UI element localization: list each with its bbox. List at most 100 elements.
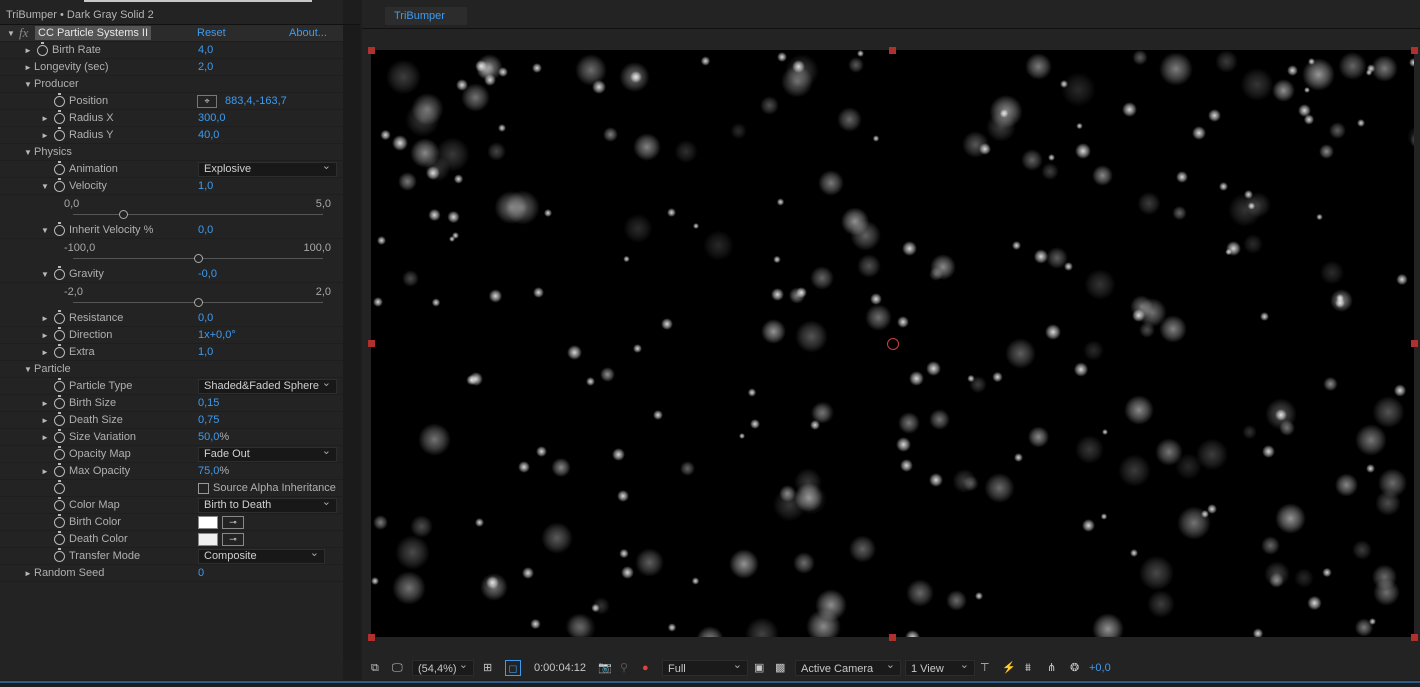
twirl-open-icon[interactable]: ▼ xyxy=(41,226,51,235)
value-number[interactable]: 1x+0,0° xyxy=(198,329,236,341)
value-number[interactable]: 1,0 xyxy=(198,346,213,358)
slider-knob[interactable] xyxy=(194,298,203,307)
twirl-open-icon[interactable]: ▼ xyxy=(41,182,51,191)
twirl-open-icon[interactable]: ▼ xyxy=(41,270,51,279)
stopwatch-icon[interactable] xyxy=(54,93,65,107)
flowchart-icon[interactable]: ⋔ xyxy=(1047,660,1056,676)
stopwatch-icon[interactable] xyxy=(54,514,65,528)
value-number[interactable]: 2,0 xyxy=(198,61,213,73)
twirl-closed-icon[interactable]: ► xyxy=(41,314,51,323)
stopwatch-icon[interactable] xyxy=(54,548,65,562)
property-value[interactable]: 50,0% xyxy=(198,431,229,443)
twirl-closed-icon[interactable]: ► xyxy=(41,433,51,442)
property-value[interactable]: 0,75 xyxy=(198,414,219,426)
property-radius-y[interactable]: ► Radius Y 40,0 xyxy=(0,127,343,144)
value-number[interactable]: 0,15 xyxy=(198,397,219,409)
stopwatch-icon[interactable] xyxy=(54,178,65,192)
value-number[interactable]: -0,0 xyxy=(198,268,217,280)
value-slider[interactable]: -2,0 2,0 xyxy=(0,283,343,310)
property-gravity[interactable]: ▼ Gravity -0,0 xyxy=(0,266,343,283)
stopwatch-icon[interactable] xyxy=(54,446,65,460)
twirl-closed-icon[interactable]: ► xyxy=(41,399,51,408)
timecode[interactable]: 0:00:04:12 xyxy=(534,660,586,676)
stopwatch-icon[interactable] xyxy=(54,412,65,426)
opacity-map-dropdown[interactable]: Fade Out xyxy=(198,445,337,462)
stopwatch-icon[interactable] xyxy=(54,480,65,494)
value-number[interactable]: 40,0 xyxy=(198,129,219,141)
tab-composition[interactable]: TriBumper xyxy=(385,7,467,25)
value-number[interactable]: 4,0 xyxy=(198,44,213,56)
safe-margins-icon[interactable]: ⊞ xyxy=(483,660,492,676)
value-number[interactable]: 75,0 xyxy=(198,465,219,477)
timeline-icon[interactable]: ⩩ xyxy=(1025,660,1031,676)
property-resistance[interactable]: ► Resistance 0,0 xyxy=(0,310,343,327)
about-link[interactable]: About... xyxy=(289,27,327,39)
stopwatch-icon[interactable] xyxy=(54,344,65,358)
twirl-closed-icon[interactable]: ► xyxy=(41,348,51,357)
effect-header[interactable]: ▼ fx CC Particle Systems II Reset About.… xyxy=(0,25,343,42)
property-value[interactable]: 2,0 xyxy=(198,61,213,73)
property-value[interactable]: 300,0 xyxy=(198,112,226,124)
value-slider[interactable]: -100,0 100,0 xyxy=(0,239,343,266)
property-extra[interactable]: ► Extra 1,0 xyxy=(0,344,343,361)
effect-name[interactable]: CC Particle Systems II xyxy=(35,26,152,40)
property-value[interactable]: 1,0 xyxy=(198,346,213,358)
stopwatch-icon[interactable] xyxy=(54,429,65,443)
slider-track[interactable] xyxy=(73,214,323,215)
value-slider[interactable]: 0,0 5,0 xyxy=(0,195,343,222)
twirl-closed-icon[interactable]: ► xyxy=(24,63,34,72)
property-animation[interactable]: Animation Explosive xyxy=(0,160,343,178)
layer-handle[interactable] xyxy=(368,634,375,641)
layer-handle[interactable] xyxy=(1411,634,1418,641)
value-number[interactable]: 0 xyxy=(198,567,204,579)
property-value[interactable]: 0 xyxy=(198,567,204,579)
layer-handle[interactable] xyxy=(1411,340,1418,347)
stopwatch-icon[interactable] xyxy=(54,127,65,141)
property-value[interactable]: 4,0 xyxy=(198,44,213,56)
property-direction[interactable]: ► Direction 1x+0,0° xyxy=(0,327,343,344)
slider-knob[interactable] xyxy=(119,210,128,219)
property-death-color[interactable]: Death Color ⊸ xyxy=(0,531,343,548)
value-number[interactable]: 1,0 xyxy=(198,180,213,192)
twirl-open-icon[interactable]: ▼ xyxy=(24,80,34,89)
crosshair-icon[interactable]: ⌖ xyxy=(197,95,217,108)
property-inherit-velocity[interactable]: ▼ Inherit Velocity % 0,0 xyxy=(0,222,343,239)
twirl-closed-icon[interactable]: ► xyxy=(41,416,51,425)
property-producer[interactable]: ▼ Producer xyxy=(0,76,343,93)
property-transfer-mode[interactable]: Transfer Mode Composite xyxy=(0,547,343,565)
property-radius-x[interactable]: ► Radius X 300,0 xyxy=(0,110,343,127)
particle-type-dropdown[interactable]: Shaded&Faded Sphere xyxy=(198,377,337,394)
stopwatch-icon[interactable] xyxy=(37,42,48,56)
color-swatch[interactable] xyxy=(198,533,218,546)
reset-exposure-icon[interactable]: ❂ xyxy=(1070,660,1079,676)
property-max-opacity[interactable]: ► Max Opacity 75,0% xyxy=(0,463,343,480)
property-particle[interactable]: ▼ Particle xyxy=(0,361,343,378)
animation-dropdown[interactable]: Explosive xyxy=(198,160,337,177)
twirl-open-icon[interactable]: ▼ xyxy=(24,148,34,157)
color-swatch[interactable] xyxy=(198,516,218,529)
property-opacity-map[interactable]: Opacity Map Fade Out xyxy=(0,445,343,463)
property-size-variation[interactable]: ► Size Variation 50,0% xyxy=(0,429,343,446)
zoom-dropdown[interactable]: (54,4%) xyxy=(412,657,474,676)
stopwatch-icon[interactable] xyxy=(54,327,65,341)
layer-handle[interactable] xyxy=(368,340,375,347)
value-number[interactable]: 300,0 xyxy=(198,112,226,124)
fast-previews-icon[interactable]: ⚡ xyxy=(1002,660,1016,676)
monitor-icon[interactable]: 🖵 xyxy=(392,660,403,676)
property-particle-type[interactable]: Particle Type Shaded&Faded Sphere xyxy=(0,377,343,395)
property-physics[interactable]: ▼ Physics xyxy=(0,144,343,161)
value-number[interactable]: 50,0 xyxy=(198,431,219,443)
layer-handle[interactable] xyxy=(368,47,375,54)
property-birth-size[interactable]: ► Birth Size 0,15 xyxy=(0,395,343,412)
property-birth-rate[interactable]: ► Birth Rate 4,0 xyxy=(0,42,343,59)
value-number[interactable]: 0,75 xyxy=(198,414,219,426)
twirl-closed-icon[interactable]: ► xyxy=(41,114,51,123)
checkbox-label[interactable]: Source Alpha Inheritance xyxy=(213,482,336,494)
property-value[interactable]: 0,15 xyxy=(198,397,219,409)
slider-knob[interactable] xyxy=(194,254,203,263)
twirl-closed-icon[interactable]: ► xyxy=(24,46,34,55)
anchor-point-icon[interactable] xyxy=(887,338,899,350)
eyedropper-icon[interactable]: ⊸ xyxy=(222,516,244,529)
property-source-alpha-inheritance[interactable]: Source Alpha Inheritance xyxy=(0,480,343,497)
property-value[interactable]: 0,0 xyxy=(198,224,213,236)
